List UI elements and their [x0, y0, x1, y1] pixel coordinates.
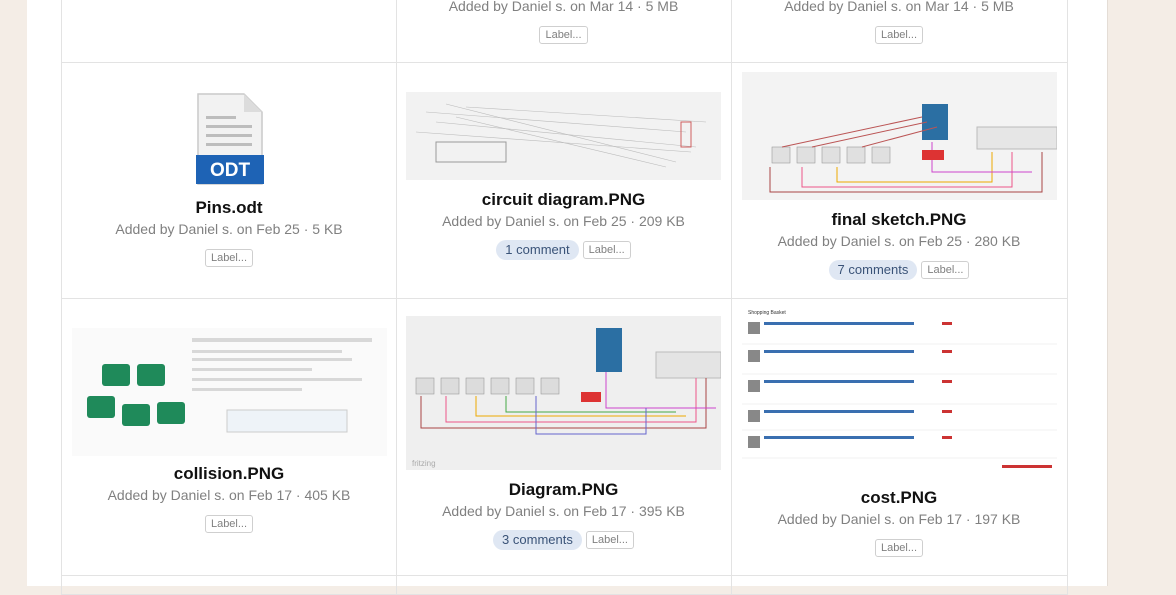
- label-button[interactable]: Label...: [582, 241, 631, 259]
- file-meta: Added by Daniel s. on Mar 14 · 5 MB: [448, 0, 679, 14]
- file-meta: Added by Daniel s. on Feb 17 · 405 KB: [107, 487, 351, 503]
- label-button[interactable]: Label...: [921, 261, 970, 279]
- file-card[interactable]: [396, 575, 732, 595]
- file-card-diagram[interactable]: fritzing Diagram.PNG Added by Daniel s. …: [396, 298, 732, 576]
- file-name[interactable]: Diagram.PNG: [396, 480, 731, 500]
- file-card-pins[interactable]: ODT Pins.odt Added by Daniel s. on Feb 2…: [61, 62, 397, 299]
- svg-text:ODT: ODT: [210, 160, 251, 181]
- file-meta: Added by Daniel s. on Mar 14 · 5 MB: [784, 0, 1014, 14]
- file-name[interactable]: Pins.odt: [62, 198, 396, 218]
- label-button[interactable]: Label...: [539, 26, 588, 44]
- svg-text:Shopping Basket: Shopping Basket: [748, 310, 786, 316]
- file-name[interactable]: circuit diagram.PNG: [396, 190, 731, 210]
- comments-badge[interactable]: 3 comments: [493, 530, 582, 550]
- label-button[interactable]: Label...: [204, 249, 254, 267]
- file-card[interactable]: [61, 0, 397, 63]
- file-name[interactable]: collision.PNG: [62, 464, 396, 484]
- file-meta: Added by Daniel s. on Feb 25 · 280 KB: [777, 233, 1021, 249]
- file-card-circuit-diagram[interactable]: circuit diagram.PNG Added by Daniel s. o…: [396, 62, 732, 299]
- file-card[interactable]: [61, 575, 397, 595]
- thumbnail-image[interactable]: fritzing: [406, 316, 721, 470]
- thumbnail-image[interactable]: Shopping Basket: [742, 308, 1057, 478]
- file-card-final-sketch[interactable]: final sketch.PNG Added by Daniel s. on F…: [731, 62, 1068, 299]
- label-button[interactable]: Label...: [874, 539, 924, 557]
- file-card[interactable]: Added by Daniel s. on Mar 14 · 5 MB Labe…: [731, 0, 1068, 63]
- file-name[interactable]: final sketch.PNG: [731, 210, 1067, 230]
- comments-badge[interactable]: 7 comments: [828, 260, 918, 280]
- file-card[interactable]: [731, 575, 1068, 595]
- thumbnail-image[interactable]: [406, 92, 721, 180]
- file-name[interactable]: cost.PNG: [731, 488, 1067, 508]
- file-meta: Added by Daniel s. on Feb 17 · 197 KB: [777, 511, 1021, 527]
- label-button[interactable]: Label...: [585, 531, 634, 549]
- label-button[interactable]: Label...: [204, 515, 254, 533]
- file-card[interactable]: Added by Daniel s. on Mar 14 · 5 MB Labe…: [396, 0, 732, 63]
- svg-text:fritzing: fritzing: [412, 459, 436, 468]
- label-button[interactable]: Label...: [874, 26, 924, 44]
- thumbnail-image[interactable]: [72, 328, 387, 456]
- odt-document-icon[interactable]: ODT: [192, 92, 268, 188]
- file-card-cost[interactable]: Shopping Basket cost.PNG Added by Daniel…: [731, 298, 1068, 576]
- file-meta: Added by Daniel s. on Feb 25 · 209 KB: [442, 213, 685, 229]
- thumbnail-image[interactable]: [742, 72, 1057, 200]
- file-meta: Added by Daniel s. on Feb 25 · 5 KB: [115, 221, 343, 237]
- comments-badge[interactable]: 1 comment: [496, 240, 579, 260]
- file-card-collision[interactable]: collision.PNG Added by Daniel s. on Feb …: [61, 298, 397, 576]
- file-meta: Added by Daniel s. on Feb 17 · 395 KB: [442, 503, 685, 519]
